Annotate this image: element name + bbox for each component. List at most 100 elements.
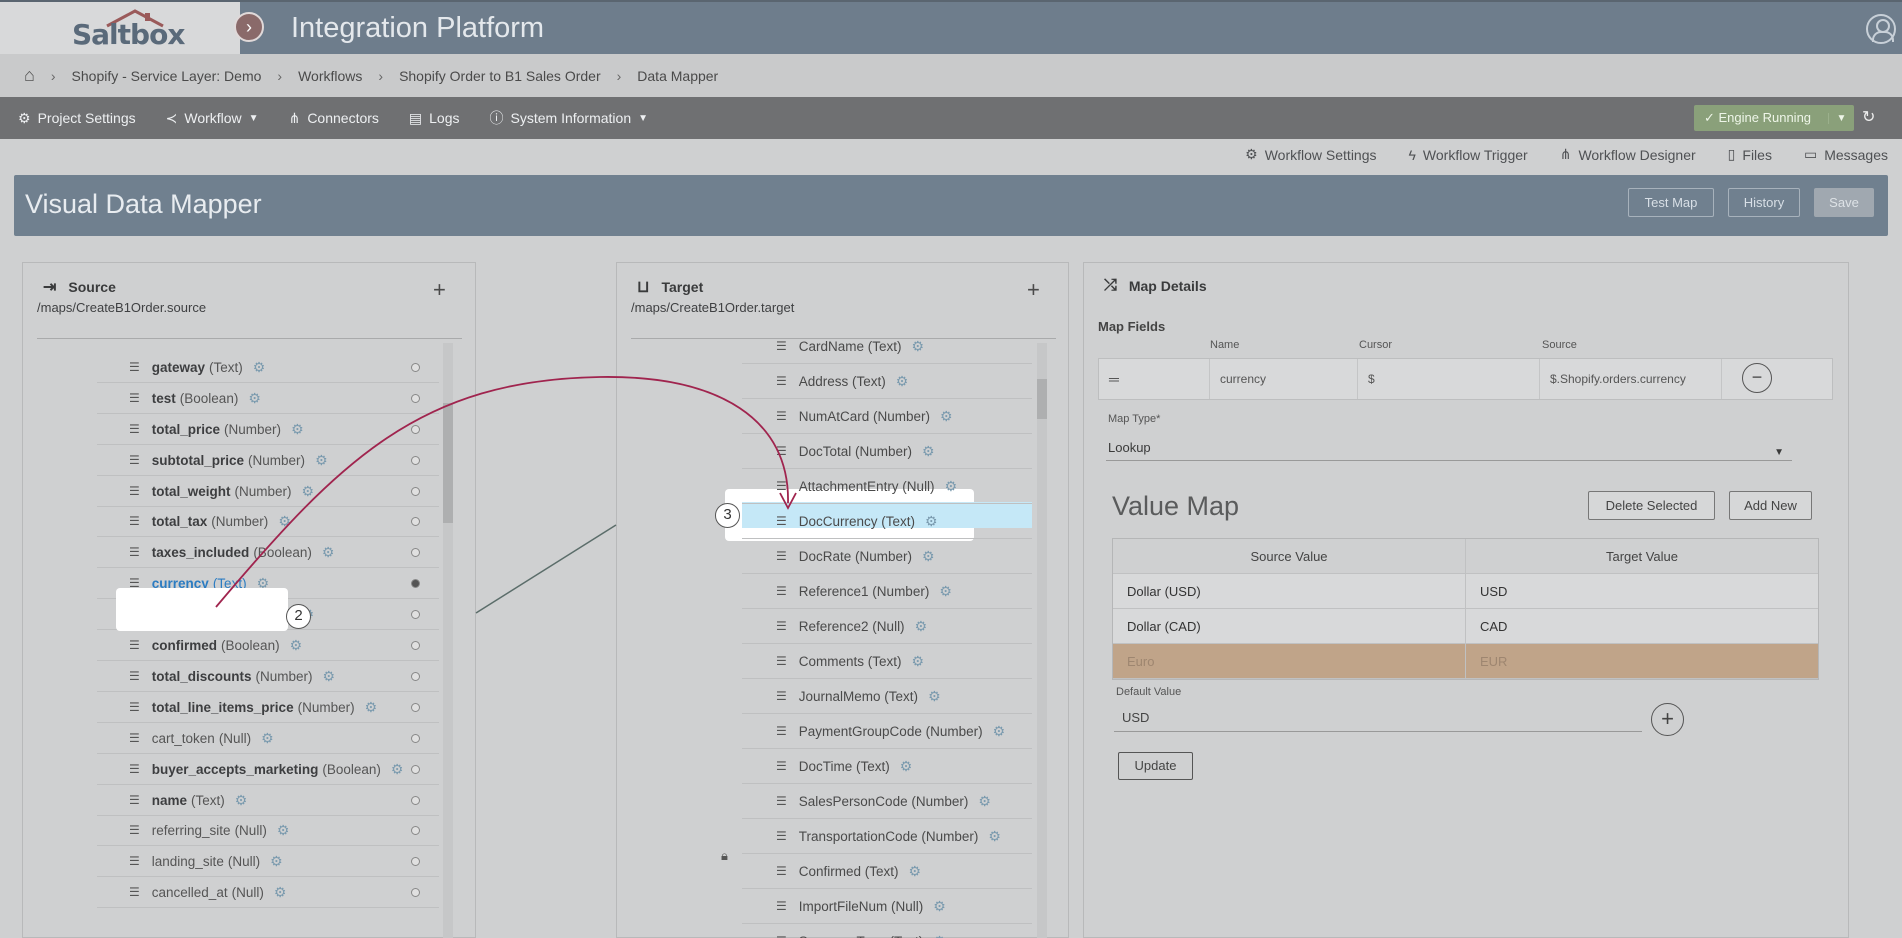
source-row[interactable]: ☰ cart_token (Null) ⚙ [97, 723, 439, 754]
nav-logs[interactable]: ▤ Logs [409, 110, 460, 127]
files-link[interactable]: ▯ Files [1728, 146, 1772, 163]
target-row[interactable]: ☰ DocTime (Text) ⚙ [742, 749, 1032, 784]
gear-icon[interactable]: ⚙ [235, 792, 248, 809]
source-row[interactable]: ☰ taxes_included (Boolean) ⚙ [97, 537, 439, 568]
source-value-cell[interactable]: Dollar (USD) [1113, 574, 1466, 608]
map-radio[interactable] [411, 363, 420, 372]
map-radio[interactable] [411, 796, 420, 805]
nav-workflow[interactable]: ≺ Workflow ▼ [166, 110, 259, 127]
source-row[interactable]: ☰ subtotal_price (Number) ⚙ [97, 445, 439, 476]
add-new-button[interactable]: Add New [1729, 491, 1812, 520]
source-row[interactable]: ☰ buyer_accepts_marketing (Boolean) ⚙ [97, 754, 439, 785]
target-row[interactable]: ☰ DocCurrency (Text) ⚙ [742, 504, 1032, 539]
gear-icon[interactable]: ⚙ [391, 761, 404, 778]
field-source[interactable]: $.Shopify.orders.currency [1540, 359, 1722, 399]
default-value-input[interactable]: USD [1114, 704, 1642, 732]
gear-icon[interactable]: ⚙ [323, 668, 336, 685]
gear-icon[interactable]: ⚙ [922, 443, 935, 460]
gear-icon[interactable]: ⚙ [915, 618, 928, 635]
nav-project-settings[interactable]: ⚙ Project Settings [18, 110, 136, 127]
target-row[interactable]: ☰ DocTotal (Number) ⚙ [742, 434, 1032, 469]
gear-icon[interactable]: ⚙ [988, 828, 1001, 845]
source-row[interactable]: ☰ cancelled_at (Null) ⚙ [97, 877, 439, 908]
map-radio[interactable] [411, 425, 420, 434]
engine-status-button[interactable]: ✓ Engine Running ▼ [1694, 105, 1854, 131]
gear-icon[interactable]: ⚙ [978, 793, 991, 810]
save-button[interactable]: Save [1814, 188, 1874, 217]
gear-icon[interactable]: ⚙ [290, 637, 303, 654]
map-radio[interactable] [411, 456, 420, 465]
field-name[interactable]: currency [1210, 359, 1358, 399]
source-row[interactable]: ☰ referring_site (Null) ⚙ [97, 815, 439, 846]
gear-icon[interactable]: ⚙ [896, 373, 909, 390]
target-row[interactable]: ☰ NumAtCard (Number) ⚙ [742, 399, 1032, 434]
source-row[interactable]: ☰ total_tax (Number) ⚙ [97, 506, 439, 537]
gear-icon[interactable]: ⚙ [291, 421, 304, 438]
chevron-down-icon[interactable]: ▼ [1828, 112, 1854, 124]
home-icon[interactable]: ⌂ [24, 65, 35, 86]
target-row[interactable]: ☰ AttachmentEntry (Null) ⚙ [742, 469, 1032, 504]
target-row[interactable]: ☰ Reference1 (Number) ⚙ [742, 574, 1032, 609]
messages-link[interactable]: ▭ Messages [1804, 146, 1888, 163]
breadcrumb-workflows[interactable]: Workflows [298, 68, 362, 84]
target-row[interactable]: ☰ SummeryType (Text) ⚙ [742, 924, 1032, 938]
gear-icon[interactable]: ⚙ [302, 483, 315, 500]
source-value-cell[interactable]: Dollar (CAD) [1113, 609, 1466, 643]
drag-handle-icon[interactable]: ═ [1099, 359, 1210, 399]
target-value-cell[interactable]: EUR [1466, 644, 1818, 678]
source-row[interactable]: ☰ test (Boolean) ⚙ [97, 383, 439, 414]
workflow-designer-link[interactable]: ⋔ Workflow Designer [1560, 146, 1696, 163]
gear-icon[interactable]: ⚙ [922, 548, 935, 565]
remove-field-button[interactable]: − [1742, 363, 1772, 393]
table-row[interactable]: Dollar (USD) USD [1113, 574, 1818, 609]
gear-icon[interactable]: ⚙ [939, 583, 952, 600]
gear-icon[interactable]: ⚙ [933, 898, 946, 915]
map-radio[interactable] [411, 394, 420, 403]
map-radio[interactable] [411, 765, 420, 774]
target-row[interactable]: ☰ Address (Text) ⚙ [742, 364, 1032, 399]
map-radio[interactable] [411, 888, 420, 897]
gear-icon[interactable]: ⚙ [940, 408, 953, 425]
map-radio[interactable] [411, 610, 420, 619]
source-row[interactable]: ☰ confirmed (Boolean) ⚙ [97, 630, 439, 661]
gear-icon[interactable]: ⚙ [261, 730, 274, 747]
target-row[interactable]: ☰ DocRate (Number) ⚙ [742, 539, 1032, 574]
nav-connectors[interactable]: ⋔ Connectors [289, 110, 379, 127]
source-row[interactable]: ☰ total_weight (Number) ⚙ [97, 476, 439, 507]
map-radio[interactable] [411, 734, 420, 743]
gear-icon[interactable]: ⚙ [365, 699, 378, 716]
target-row[interactable]: ☰ Reference2 (Null) ⚙ [742, 609, 1032, 644]
breadcrumb-project[interactable]: Shopify - Service Layer: Demo [72, 68, 262, 84]
gear-icon[interactable]: ⚙ [315, 452, 328, 469]
map-field-row[interactable]: ═ currency $ $.Shopify.orders.currency [1098, 358, 1833, 400]
test-map-button[interactable]: Test Map [1628, 188, 1714, 217]
target-scroll-thumb[interactable] [1037, 379, 1047, 419]
map-radio[interactable] [411, 703, 420, 712]
target-row[interactable]: ☰ SalesPersonCode (Number) ⚙ [742, 784, 1032, 819]
target-scrollbar[interactable] [1037, 343, 1047, 938]
table-row-selected[interactable]: Euro EUR [1113, 644, 1818, 679]
gear-icon[interactable]: ⚙ [912, 653, 925, 670]
refresh-icon[interactable]: ↻ [1862, 107, 1875, 127]
target-value-cell[interactable]: CAD [1466, 609, 1818, 643]
map-radio[interactable] [411, 517, 420, 526]
user-icon[interactable] [1866, 14, 1896, 44]
source-scroll-thumb[interactable] [443, 403, 453, 523]
delete-selected-button[interactable]: Delete Selected [1588, 491, 1715, 520]
map-radio[interactable] [411, 672, 420, 681]
target-row[interactable]: ☰ CardName (Text) ⚙ [742, 329, 1032, 364]
map-radio[interactable] [411, 641, 420, 650]
add-default-button[interactable]: + [1651, 703, 1684, 736]
gear-icon[interactable]: ⚙ [900, 758, 913, 775]
map-type-select[interactable]: Lookup ▼ [1106, 437, 1792, 461]
target-row[interactable]: ☰ Comments (Text) ⚙ [742, 644, 1032, 679]
gear-icon[interactable]: ⚙ [993, 723, 1006, 740]
workflow-trigger-link[interactable]: ϟ Workflow Trigger [1409, 146, 1528, 163]
gear-icon[interactable]: ⚙ [248, 390, 261, 407]
map-radio[interactable] [411, 826, 420, 835]
breadcrumb-workflow[interactable]: Shopify Order to B1 Sales Order [399, 68, 601, 84]
gear-icon[interactable]: ⚙ [322, 544, 335, 561]
source-row[interactable]: ☰ total_line_items_price (Number) ⚙ [97, 692, 439, 723]
gear-icon[interactable]: ⚙ [925, 513, 938, 530]
gear-icon[interactable]: ⚙ [253, 359, 266, 376]
